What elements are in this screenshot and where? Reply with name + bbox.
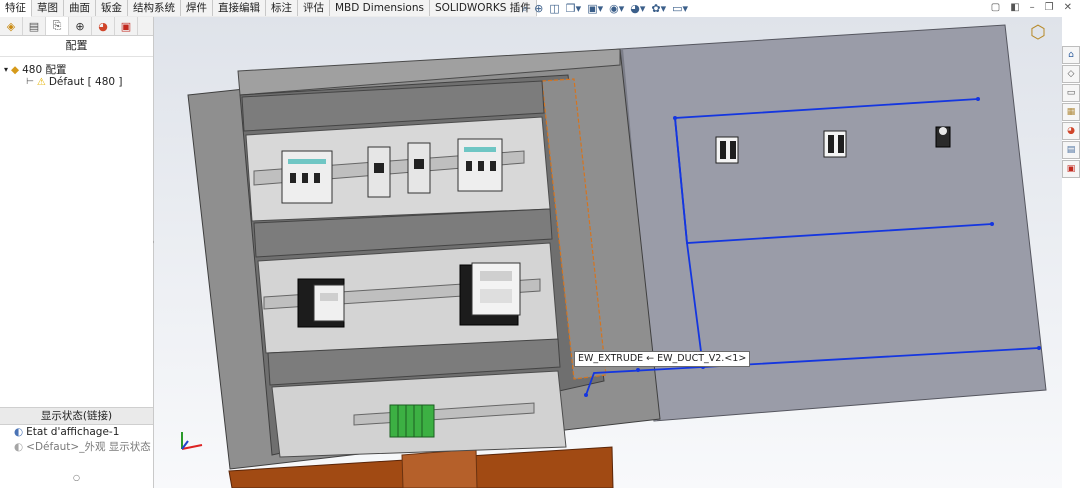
property-manager-tab[interactable]: ▤ <box>23 17 46 35</box>
home-icon[interactable]: ⌂ <box>1062 46 1080 64</box>
model-view <box>154 17 1062 488</box>
part-icon[interactable]: ◇ <box>1062 65 1080 83</box>
tile-icon[interactable]: ◧ <box>1010 2 1019 13</box>
window-controls: ▢ ◧ – ❐ ✕ <box>991 2 1072 13</box>
dimxpert-icon: ⊕ <box>75 19 85 33</box>
tab-0[interactable]: 特征 <box>0 0 32 17</box>
door-pilot-light[interactable] <box>935 126 951 148</box>
task-pane: ⌂ ◇ ▭ ▦ ◕ ▤ ▣ <box>1062 46 1080 178</box>
display-state-icon: ◐ <box>14 440 24 453</box>
panel-tabs: ◈ ▤ ⎘ ⊕ ◕ ▣ <box>0 17 153 36</box>
part-configuration-icon: ◆ <box>11 63 20 76</box>
feature-manager-tab[interactable]: ◈ <box>0 17 23 35</box>
view-palette-icon[interactable]: ▦ <box>1062 103 1080 121</box>
base-bracket <box>401 448 478 488</box>
minimize-icon[interactable]: – <box>1030 2 1035 13</box>
tab-4[interactable]: 结构系统 <box>128 0 181 16</box>
appearance-palette-icon[interactable]: ◕ <box>1062 122 1080 140</box>
feature-tree-icon: ◈ <box>6 19 16 33</box>
dimxpert-tab[interactable]: ⊕ <box>69 17 92 35</box>
contactor[interactable] <box>297 278 345 328</box>
folder-icon[interactable]: ▭ <box>1062 84 1080 102</box>
expand-arrow-icon[interactable]: ▾ <box>4 65 8 74</box>
tab-3[interactable]: 钣金 <box>96 0 128 16</box>
warning-icon: ⚠ <box>36 76 46 88</box>
graphics-area[interactable] <box>154 17 1062 488</box>
monitor-icon[interactable]: ▭▾ <box>672 2 688 16</box>
command-manager-tabs: 特征 草图 曲面 钣金 结构系统 焊件 直接编辑 标注 评估 MBD Dimensions SOLI… <box>0 0 537 18</box>
circuit-breaker[interactable] <box>457 138 503 192</box>
tab-9[interactable]: MBD Dimensions <box>330 0 430 16</box>
tab-5[interactable]: 焊件 <box>181 0 213 16</box>
display-state-section-title: 显示状态(链接) <box>0 407 153 425</box>
hide-show-icon[interactable]: ◉▾ <box>609 2 624 16</box>
display-state-item[interactable]: ◐ Etat d'affichage-1 <box>14 426 119 438</box>
splitter-handle-icon[interactable]: ○ <box>73 473 80 482</box>
display-manager-icon: ◕ <box>98 19 108 33</box>
circuit-breaker[interactable] <box>407 142 431 194</box>
search-icon[interactable]: ⌕ <box>522 2 528 16</box>
maximize-icon[interactable]: ❐ <box>1045 2 1054 13</box>
cam-icon: ▣ <box>120 19 132 33</box>
display-manager-tab[interactable]: ◕ <box>92 17 115 35</box>
door-selector-switch[interactable] <box>715 136 739 164</box>
contactor[interactable] <box>459 262 521 326</box>
zoom-area-icon[interactable]: ⊕ <box>534 2 543 16</box>
property-icon: ▤ <box>28 19 40 33</box>
link-icon: ⊢ <box>26 77 34 87</box>
tab-10[interactable]: SOLIDWORKS 插件 <box>429 0 537 16</box>
display-state-icon: ◐ <box>14 426 24 438</box>
configuration-manager-tab[interactable]: ⎘ <box>46 17 69 35</box>
circuit-breaker[interactable] <box>367 146 391 198</box>
panel-title: 配置 <box>0 36 153 57</box>
tab-1[interactable]: 草图 <box>32 0 64 16</box>
heads-up-toolbar: ⌕ ⊕ ◫ ❒▾ ▣▾ ◉▾ ◕▾ ✿▾ ▭▾ <box>522 2 688 16</box>
display-state-item[interactable]: ◐ <Défaut>_外观 显示状态 <box>14 439 151 454</box>
tree-child-label: Défaut [ 480 ] <box>48 76 123 88</box>
tree-root-label: 480 配置 <box>22 64 67 76</box>
scene-icon[interactable]: ✿▾ <box>651 2 666 16</box>
display-state-label: <Défaut>_外观 显示状态 <box>26 441 151 453</box>
restore-icon[interactable]: ▢ <box>991 2 1000 13</box>
display-state-label: Etat d'affichage-1 <box>26 426 120 438</box>
toolbox-icon[interactable]: ▣ <box>1062 160 1080 178</box>
configuration-manager-panel: ◈ ▤ ⎘ ⊕ ◕ ▣ 配置 ▾ ◆ 480 配置 ⊢ ⚠ Défaut [ 4… <box>0 17 154 488</box>
tab-7[interactable]: 标注 <box>266 0 298 16</box>
appearance-icon[interactable]: ◕▾ <box>630 2 645 16</box>
display-style-icon[interactable]: ▣▾ <box>587 2 603 16</box>
tree-child[interactable]: ⊢ ⚠ Défaut [ 480 ] <box>26 76 123 88</box>
tab-2[interactable]: 曲面 <box>64 0 96 16</box>
selection-tooltip: EW_EXTRUDE ← EW_DUCT_V2.<1> <box>574 351 751 367</box>
terminal-block[interactable] <box>389 404 435 438</box>
custom-properties-icon[interactable]: ▤ <box>1062 141 1080 159</box>
section-view-icon[interactable]: ◫ <box>549 2 559 16</box>
close-icon[interactable]: ✕ <box>1064 2 1072 13</box>
configuration-icon: ⎘ <box>52 19 62 32</box>
reference-triad-icon: ⬡ <box>1030 22 1046 43</box>
tab-8[interactable]: 评估 <box>298 0 330 16</box>
tree-root[interactable]: ▾ ◆ 480 配置 <box>4 62 66 77</box>
cam-tab[interactable]: ▣ <box>115 17 138 35</box>
door-selector-switch[interactable] <box>823 130 847 158</box>
tab-6[interactable]: 直接编辑 <box>213 0 266 16</box>
circuit-breaker[interactable] <box>281 150 333 204</box>
view-orientation-icon[interactable]: ❒▾ <box>566 2 581 16</box>
